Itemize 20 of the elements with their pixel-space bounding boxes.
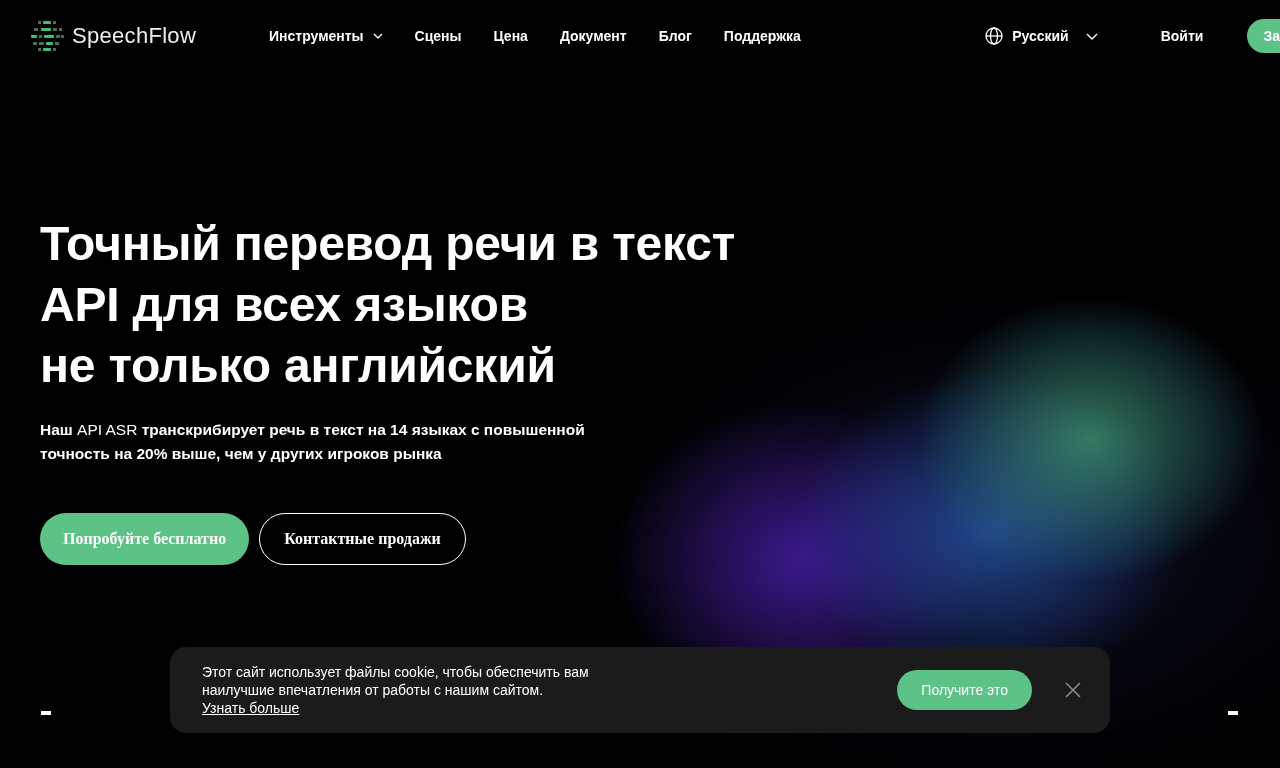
hero-subtitle: Наш API ASR транскрибирует речь в текст на 14 языках с повышенной точность на 20% выше, чем у других игроков рынка — [40, 420, 586, 464]
nav-dropdown[interactable]: Инструменты — [269, 28, 383, 44]
cookie-message: Этот сайт использует файлы cookie, чтобы обеспечить вам наилучшие впечатления от работы с нашим сайтом. Узнать больше — [202, 663, 590, 717]
nav-link[interactable]: Документ — [559, 28, 627, 44]
chevron-down-icon — [372, 33, 383, 39]
learn-more-link[interactable]: Узнать больше — [202, 700, 300, 716]
nav-link[interactable]: Блог — [658, 28, 692, 44]
logo-icon — [30, 20, 64, 52]
login-link[interactable]: Войти — [1160, 28, 1204, 44]
dash-icon — [1228, 711, 1238, 715]
logo-wordmark[interactable]: SpeechFlow — [72, 23, 197, 49]
language-selector[interactable]: Русский — [985, 27, 1098, 45]
nav-link[interactable]: Поддержка — [723, 28, 801, 44]
dash-icon — [41, 711, 51, 715]
globe-icon — [985, 27, 1004, 45]
close-icon[interactable] — [1065, 682, 1081, 698]
nav-link[interactable]: Цена — [493, 28, 528, 44]
nav-link[interactable]: Сцены — [414, 28, 462, 44]
chevron-down-icon — [1085, 32, 1098, 40]
hero-heading: Точный перевод речи в текст API для всех языков не только английский — [40, 216, 736, 394]
